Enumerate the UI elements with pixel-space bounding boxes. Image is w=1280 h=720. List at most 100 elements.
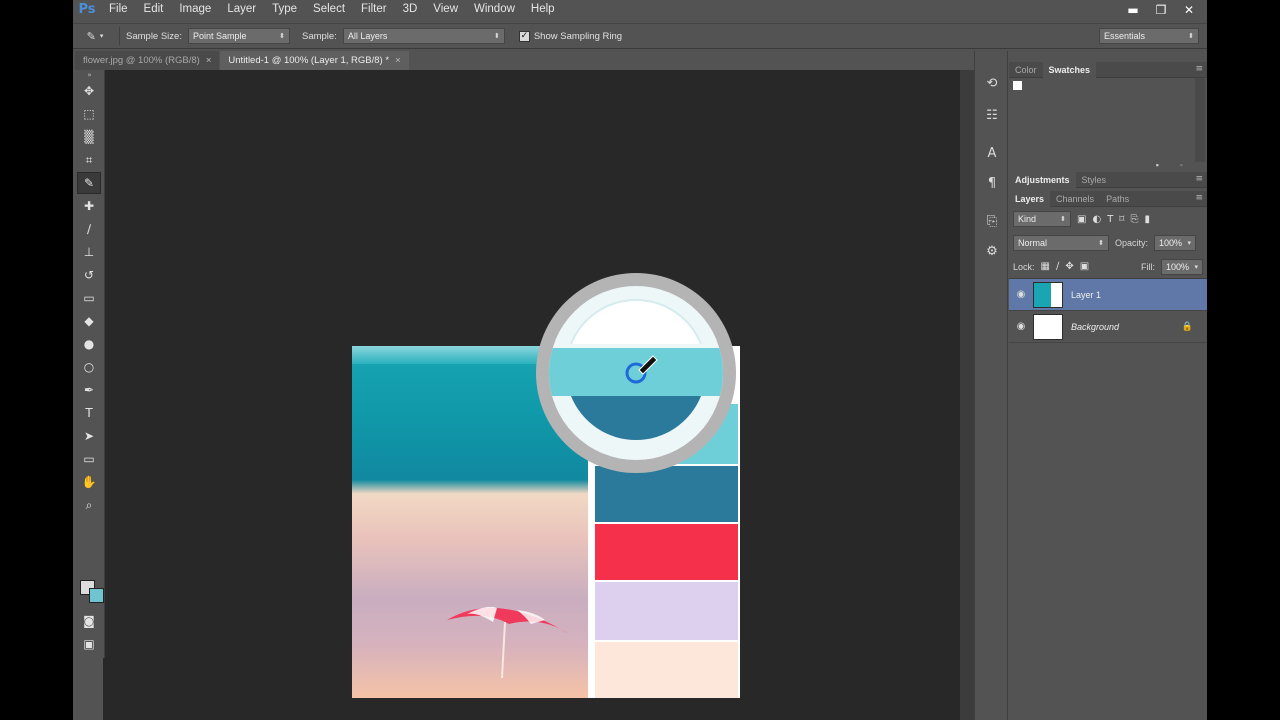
panel-menu-icon[interactable]: ≡ xyxy=(1195,174,1203,184)
pen-tool-icon[interactable]: ✒ xyxy=(77,379,101,401)
swatch-white[interactable] xyxy=(1013,81,1022,90)
tab-channels[interactable]: Channels xyxy=(1050,191,1100,207)
tab-color[interactable]: Color xyxy=(1009,62,1043,78)
opacity-field[interactable]: 100% ▾ xyxy=(1154,235,1197,251)
show-sampling-ring-checkbox[interactable]: ✓ xyxy=(518,30,530,42)
menu-view[interactable]: View xyxy=(425,0,466,19)
healing-brush-tool-icon[interactable]: ✚ xyxy=(77,195,101,217)
restore-button[interactable]: ❐ xyxy=(1147,0,1175,19)
visibility-eye-icon[interactable]: ◉ xyxy=(1009,289,1033,300)
character-icon[interactable]: A xyxy=(978,141,1006,165)
screen-mode-icon[interactable]: ▣ xyxy=(77,633,101,655)
chevron-down-icon: ▾ xyxy=(99,33,104,40)
right-panels: Color Swatches ≡ ▪ ▪ Adjustments Styles … xyxy=(1009,51,1207,720)
new-swatch-icon[interactable]: ▪ xyxy=(1156,160,1159,170)
smart-object-filter-icon[interactable]: ⎘ xyxy=(1130,214,1138,225)
vertical-scrollbar[interactable] xyxy=(960,70,974,720)
ring-bottom-half xyxy=(571,396,701,441)
lock-pixels-icon[interactable]: ∕ xyxy=(1056,261,1059,272)
tab-swatches[interactable]: Swatches xyxy=(1042,61,1097,78)
marquee-tool-icon[interactable]: ⬚ xyxy=(77,103,101,125)
stamp-tool-icon[interactable]: ⊥ xyxy=(77,241,101,263)
menu-window[interactable]: Window xyxy=(466,0,523,19)
tab-paths[interactable]: Paths xyxy=(1100,191,1135,207)
collapse-tools-icon[interactable]: » xyxy=(75,70,104,80)
shape-filter-icon[interactable]: ⌑ xyxy=(1119,214,1124,225)
tab-styles[interactable]: Styles xyxy=(1076,172,1113,188)
menu-image[interactable]: Image xyxy=(171,0,219,19)
blend-mode-dropdown[interactable]: Normal ⬍ xyxy=(1013,235,1109,251)
panel-menu-icon[interactable]: ≡ xyxy=(1195,193,1203,203)
brush-tool-icon[interactable]: ∕ xyxy=(77,218,101,240)
layers-tabs: Layers Channels Paths ≡ xyxy=(1009,190,1207,207)
updown-arrow-icon: ⬍ xyxy=(1188,32,1194,40)
menu-select[interactable]: Select xyxy=(305,0,353,19)
clone-source-icon[interactable]: ⎘ xyxy=(978,209,1006,233)
opacity-label: Opacity: xyxy=(1115,238,1149,248)
layer-row[interactable]: ◉ Background 🔒 xyxy=(1009,311,1207,343)
minimize-button[interactable]: ▬ xyxy=(1119,0,1147,19)
lock-all-icon[interactable]: ▣ xyxy=(1080,261,1089,272)
layer-list: ◉ Layer 1 ◉ Background 🔒 xyxy=(1009,279,1207,343)
tool-list: ✥ ⬚ ▒ ⌗ ✎ ✚ ∕ ⊥ ↺ ▭ ◆ ● ○ ✒ T ➤ ▭ ✋ ⌕ xyxy=(75,80,104,516)
tool-preset-picker[interactable]: ✎ ▾ xyxy=(73,24,117,48)
sample-dropdown[interactable]: All Layers ⬍ xyxy=(342,28,505,44)
layer-row[interactable]: ◉ Layer 1 xyxy=(1009,279,1207,311)
history-icon[interactable]: ⟲ xyxy=(978,71,1006,95)
workspace-dropdown[interactable]: Essentials ⬍ xyxy=(1099,28,1199,44)
menu-3d[interactable]: 3D xyxy=(395,0,426,19)
filter-toggle-icon[interactable]: ▮ xyxy=(1144,214,1150,225)
swatches-panel-body: ▪ ▪ xyxy=(1009,78,1207,172)
close-button[interactable]: ✕ xyxy=(1175,0,1203,19)
tab-label: flower.jpg @ 100% (RGB/8) xyxy=(83,55,200,66)
pixel-filter-icon[interactable]: ▣ xyxy=(1077,214,1086,225)
dodge-tool-icon[interactable]: ○ xyxy=(77,356,101,378)
canvas-area[interactable] xyxy=(103,70,972,720)
delete-swatch-icon[interactable]: ▪ xyxy=(1180,160,1183,170)
tool-presets-icon[interactable]: ⚙ xyxy=(978,239,1006,263)
tab-flower[interactable]: flower.jpg @ 100% (RGB/8) × xyxy=(75,51,220,70)
path-select-tool-icon[interactable]: ➤ xyxy=(77,425,101,447)
tab-layers[interactable]: Layers xyxy=(1009,190,1051,207)
menu-layer[interactable]: Layer xyxy=(219,0,264,19)
paragraph-icon[interactable]: ¶ xyxy=(978,171,1006,195)
type-filter-icon[interactable]: T xyxy=(1107,214,1113,225)
panel-menu-icon[interactable]: ≡ xyxy=(1195,64,1203,74)
blur-tool-icon[interactable]: ● xyxy=(77,333,101,355)
visibility-eye-icon[interactable]: ◉ xyxy=(1009,321,1033,332)
rectangle-tool-icon[interactable]: ▭ xyxy=(77,448,101,470)
menu-edit[interactable]: Edit xyxy=(136,0,172,19)
move-tool-icon[interactable]: ✥ xyxy=(77,80,101,102)
properties-icon[interactable]: ☷ xyxy=(978,103,1006,127)
background-color-swatch[interactable] xyxy=(89,588,104,603)
close-tab-icon[interactable]: × xyxy=(206,55,212,66)
paint-bucket-tool-icon[interactable]: ◆ xyxy=(77,310,101,332)
close-tab-icon[interactable]: × xyxy=(395,55,401,66)
layer-name[interactable]: Layer 1 xyxy=(1071,290,1101,300)
lock-position-icon[interactable]: ✥ xyxy=(1065,261,1073,272)
kind-filter-dropdown[interactable]: Kind ⬍ xyxy=(1013,211,1071,227)
crop-tool-icon[interactable]: ⌗ xyxy=(77,149,101,171)
swatches-scrollbar[interactable] xyxy=(1195,78,1205,162)
fill-field[interactable]: 100% ▾ xyxy=(1161,258,1203,275)
menu-file[interactable]: File xyxy=(101,0,136,19)
tab-adjustments[interactable]: Adjustments xyxy=(1009,171,1076,188)
adjustment-filter-icon[interactable]: ◐ xyxy=(1092,214,1101,225)
tab-untitled[interactable]: Untitled-1 @ 100% (Layer 1, RGB/8) * × xyxy=(220,51,409,70)
hand-tool-icon[interactable]: ✋ xyxy=(77,471,101,493)
layer-name[interactable]: Background xyxy=(1071,322,1119,332)
menu-help[interactable]: Help xyxy=(523,0,563,19)
zoom-tool-icon[interactable]: ⌕ xyxy=(77,494,101,516)
menu-type[interactable]: Type xyxy=(264,0,305,19)
quick-mask-icon[interactable]: ◙ xyxy=(77,610,101,632)
history-brush-tool-icon[interactable]: ↺ xyxy=(77,264,101,286)
quick-select-tool-icon[interactable]: ▒ xyxy=(77,126,101,148)
workspace-value: Essentials xyxy=(1104,31,1146,41)
eraser-tool-icon[interactable]: ▭ xyxy=(77,287,101,309)
sample-size-dropdown[interactable]: Point Sample ⬍ xyxy=(187,28,290,44)
type-tool-icon[interactable]: T xyxy=(77,402,101,424)
palette-swatch xyxy=(595,642,738,698)
eyedropper-tool-icon[interactable]: ✎ xyxy=(77,172,101,194)
menu-filter[interactable]: Filter xyxy=(353,0,395,19)
lock-transparent-icon[interactable]: ▦ xyxy=(1041,261,1050,272)
